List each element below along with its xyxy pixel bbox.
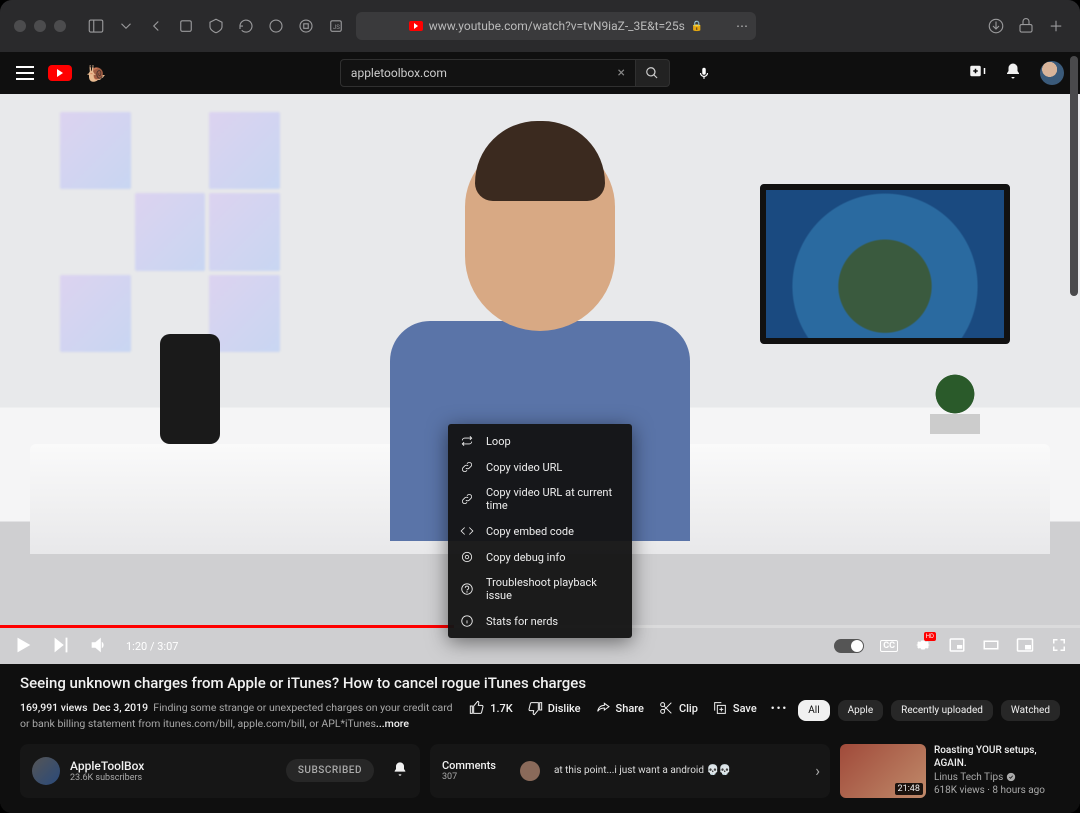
recommendation-card[interactable]: 21:48 Roasting YOUR setups, AGAIN. Linus…: [840, 744, 1060, 798]
recommendation-thumbnail[interactable]: 21:48: [840, 744, 926, 798]
url-bar[interactable]: www.youtube.com/watch?v=tvN9iaZ-_3E&t=25…: [356, 12, 756, 40]
like-button[interactable]: 1.7K: [469, 700, 513, 716]
recommendation-duration: 21:48: [895, 783, 923, 795]
share-button[interactable]: Share: [595, 700, 644, 716]
autoplay-toggle[interactable]: [834, 639, 864, 653]
clear-search-icon[interactable]: ×: [617, 65, 624, 81]
settings-button[interactable]: HD: [914, 636, 932, 657]
lock-icon: 🔒: [691, 21, 703, 32]
voice-search-icon[interactable]: [690, 59, 718, 87]
chevron-down-icon[interactable]: [116, 16, 136, 36]
hd-badge: HD: [924, 632, 936, 641]
save-button[interactable]: Save: [712, 700, 757, 716]
video-player[interactable]: Loop Copy video URL Copy video URL at cu…: [0, 94, 1080, 664]
top-comment: at this point...i just want a android 💀💀: [554, 765, 731, 776]
ctx-loop[interactable]: Loop: [448, 428, 632, 454]
ctx-stats-nerds[interactable]: Stats for nerds: [448, 608, 632, 634]
sidebar-icon[interactable]: [86, 16, 106, 36]
extension-icon-4[interactable]: [296, 16, 316, 36]
chip-recent[interactable]: Recently uploaded: [891, 700, 993, 721]
recommendation-stats: 618K views · 8 hours ago: [934, 784, 1060, 798]
extension-icon-2[interactable]: [206, 16, 226, 36]
commenter-avatar: [520, 761, 540, 781]
video-title: Seeing unknown charges from Apple or iTu…: [20, 674, 1060, 692]
extension-icon-1[interactable]: [176, 16, 196, 36]
channel-name[interactable]: AppleToolBox: [70, 759, 144, 773]
video-actions: 1.7K Dislike Share Clip Save •••: [469, 700, 788, 716]
miniplayer-button[interactable]: [948, 636, 966, 657]
url-text: www.youtube.com/watch?v=tvN9iaZ-_3E&t=25…: [429, 19, 685, 33]
show-more[interactable]: ...more: [376, 717, 409, 730]
player-context-menu: Loop Copy video URL Copy video URL at cu…: [448, 424, 632, 638]
window-controls[interactable]: [14, 20, 66, 32]
notifications-icon[interactable]: [1004, 62, 1022, 84]
notification-bell-icon[interactable]: [392, 761, 408, 781]
search-form: appletoolbox.com ×: [340, 59, 670, 87]
create-icon[interactable]: [968, 62, 986, 84]
below-player: Seeing unknown charges from Apple or iTu…: [0, 664, 1080, 813]
filter-chips: All Apple Recently uploaded Watched: [798, 700, 1060, 721]
scrollbar[interactable]: [1070, 56, 1078, 296]
search-input[interactable]: appletoolbox.com ×: [340, 59, 636, 87]
search-value: appletoolbox.com: [351, 66, 447, 80]
youtube-header: 🐌 appletoolbox.com ×: [0, 52, 1080, 94]
dislike-button[interactable]: Dislike: [527, 700, 581, 716]
pip-button[interactable]: [1016, 636, 1034, 657]
ctx-copy-url[interactable]: Copy video URL: [448, 454, 632, 480]
chip-watched[interactable]: Watched: [1001, 700, 1060, 721]
youtube-logo[interactable]: [48, 65, 72, 81]
play-button[interactable]: [12, 634, 34, 659]
video-meta: 169,991 views Dec 3, 2019 Finding some s…: [20, 700, 459, 732]
chip-apple[interactable]: Apple: [838, 700, 884, 721]
ctx-troubleshoot[interactable]: Troubleshoot playback issue: [448, 570, 632, 608]
recommendation-channel[interactable]: Linus Tech Tips: [934, 771, 1060, 785]
fullscreen-button[interactable]: [1050, 636, 1068, 657]
comments-header: Comments: [442, 759, 496, 772]
ctx-copy-url-time[interactable]: Copy video URL at current time: [448, 480, 632, 518]
page-settings-icon[interactable]: ⋯: [736, 19, 748, 33]
favicon-youtube-icon: [409, 21, 423, 31]
extension-icon-3[interactable]: [266, 16, 286, 36]
extension-icon-5[interactable]: JS: [326, 16, 346, 36]
ctx-copy-debug[interactable]: Copy debug info: [448, 544, 632, 570]
recommendation-title[interactable]: Roasting YOUR setups, AGAIN.: [934, 744, 1060, 771]
volume-icon[interactable]: [88, 634, 110, 659]
captions-button[interactable]: CC: [880, 640, 898, 652]
svg-text:JS: JS: [333, 24, 340, 31]
comments-teaser[interactable]: Comments 307 at this point...i just want…: [430, 744, 830, 798]
more-actions-button[interactable]: •••: [771, 702, 789, 715]
guide-menu-icon[interactable]: [16, 66, 34, 80]
comments-count: 307: [442, 772, 496, 782]
new-tab-icon[interactable]: [1046, 16, 1066, 36]
back-icon[interactable]: [146, 16, 166, 36]
chevron-right-icon[interactable]: ›: [815, 761, 820, 780]
channel-card[interactable]: AppleToolBox 23.6K subscribers SUBSCRIBE…: [20, 744, 420, 798]
downloads-icon[interactable]: [986, 16, 1006, 36]
browser-toolbar: JS www.youtube.com/watch?v=tvN9iaZ-_3E&t…: [0, 0, 1080, 52]
reload-icon[interactable]: [236, 16, 256, 36]
next-button[interactable]: [50, 634, 72, 659]
channel-avatar[interactable]: [32, 757, 60, 785]
share-icon[interactable]: [1016, 16, 1036, 36]
clip-button[interactable]: Clip: [658, 700, 698, 716]
theater-button[interactable]: [982, 636, 1000, 657]
search-button[interactable]: [636, 59, 670, 87]
snail-icon: 🐌: [86, 64, 106, 83]
channel-subs: 23.6K subscribers: [70, 773, 144, 783]
time-display: 1:20 / 3:07: [126, 640, 178, 653]
subscribe-button[interactable]: SUBSCRIBED: [286, 759, 374, 782]
ctx-copy-embed[interactable]: Copy embed code: [448, 518, 632, 544]
account-avatar[interactable]: [1040, 61, 1064, 85]
chip-all[interactable]: All: [798, 700, 829, 721]
